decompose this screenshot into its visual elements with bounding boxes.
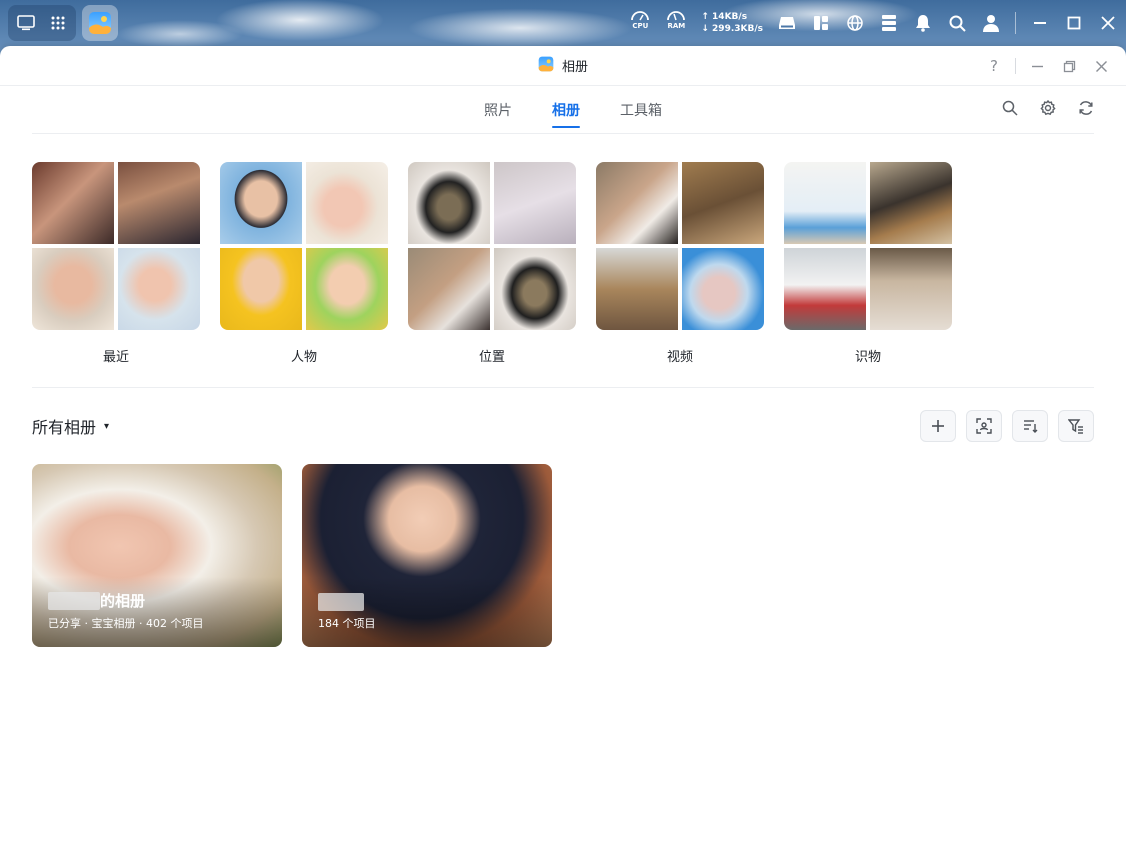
album-name-suffix: 的相册 (100, 592, 146, 610)
category-videos[interactable]: 视频 (596, 162, 764, 365)
add-album-button[interactable] (920, 410, 956, 442)
tab-toolbox[interactable]: 工具箱 (620, 86, 662, 134)
notification-bell-icon[interactable] (913, 13, 933, 33)
category-collage (220, 162, 388, 330)
minimize-all-icon[interactable] (1030, 13, 1050, 33)
upload-speed: ↑ 14KB/s (701, 12, 748, 22)
show-desktop-icon[interactable] (11, 8, 41, 38)
category-places[interactable]: 位置 (408, 162, 576, 365)
window-titlebar[interactable]: 相册 ? (0, 46, 1126, 86)
album-meta: 已分享 · 宝宝相册 · 402 个项目 (48, 617, 204, 630)
album-gradient-overlay (32, 577, 282, 647)
thumbnail (494, 248, 576, 330)
filter-button[interactable] (1058, 410, 1094, 442)
thumbnail (870, 162, 952, 244)
app-grid-icon[interactable] (43, 8, 73, 38)
maximize-icon[interactable] (1064, 13, 1084, 33)
thumbnail (494, 162, 576, 244)
close-button[interactable] (1090, 55, 1112, 77)
download-speed: ↓ 299.3KB/s (701, 24, 763, 34)
thumbnail (220, 248, 302, 330)
photos-app-icon (538, 56, 554, 76)
thumbnail (408, 248, 490, 330)
taskbar-launcher-group (8, 5, 76, 41)
category-label: 人物 (290, 350, 317, 365)
server-settings-icon[interactable] (879, 13, 899, 33)
category-people[interactable]: 人物 (220, 162, 388, 365)
album-gradient-overlay (302, 577, 552, 647)
photos-app-taskbar-icon[interactable] (82, 5, 118, 41)
ram-label: RAM (667, 22, 686, 30)
thumbnail (870, 248, 952, 330)
thumbnail (32, 162, 114, 244)
thumbnail (682, 162, 764, 244)
category-collage (408, 162, 576, 330)
tab-albums[interactable]: 相册 (552, 86, 580, 134)
album-name (318, 593, 364, 611)
albums-header: 所有相册 ▾ (32, 410, 1094, 442)
caret-down-icon: ▾ (104, 420, 110, 432)
redacted-name (318, 593, 364, 611)
controls-separator (1015, 58, 1016, 74)
thumbnail (32, 248, 114, 330)
all-albums-title: 所有相册 (32, 418, 97, 437)
taskbar-separator (1015, 12, 1016, 34)
tab-bar: 照片 相册 工具箱 (32, 86, 1094, 134)
user-avatar-icon[interactable] (981, 13, 1001, 33)
thumbnail (306, 162, 388, 244)
help-button[interactable]: ? (983, 55, 1005, 77)
album-card[interactable]: 的相册 已分享 · 宝宝相册 · 402 个项目 (32, 464, 282, 647)
category-label: 位置 (478, 350, 505, 365)
storage-icon[interactable] (777, 13, 797, 33)
tab-photos[interactable]: 照片 (484, 86, 512, 134)
cpu-label: CPU (632, 22, 649, 30)
face-scan-button[interactable] (966, 410, 1002, 442)
category-label: 最近 (102, 350, 129, 365)
category-collage (596, 162, 764, 330)
search-icon[interactable] (1002, 100, 1018, 120)
minimize-button[interactable] (1026, 55, 1048, 77)
taskbar: CPU RAM ↑ 14KB/s ↓ 299.3KB/s (0, 0, 1126, 46)
restore-button[interactable] (1058, 55, 1080, 77)
sort-button[interactable] (1012, 410, 1048, 442)
category-label: 识物 (854, 350, 881, 365)
thumbnail (220, 162, 302, 244)
thumbnail (118, 248, 200, 330)
category-objects[interactable]: 识物 (784, 162, 952, 365)
smart-categories: 最近 人物 位置 视频 识物 (32, 162, 952, 365)
search-icon[interactable] (947, 13, 967, 33)
album-meta: 184 个项目 (318, 617, 376, 630)
category-recent[interactable]: 最近 (32, 162, 200, 365)
thumbnail (784, 248, 866, 330)
album-card[interactable]: 184 个项目 (302, 464, 552, 647)
settings-gear-icon[interactable] (1040, 99, 1056, 120)
thumbnail (118, 162, 200, 244)
category-collage (784, 162, 952, 330)
thumbnail (596, 248, 678, 330)
refresh-icon[interactable] (1078, 100, 1094, 120)
network-speed[interactable]: ↑ 14KB/s ↓ 299.3KB/s (701, 11, 763, 35)
category-label: 视频 (666, 350, 693, 365)
category-collage (32, 162, 200, 330)
thumbnail (596, 162, 678, 244)
close-desktop-icon[interactable] (1098, 13, 1118, 33)
photos-window: 相册 ? 照片 相册 工具箱 最近 人物 位置 视频 识物 所有相册 ▾ 的相册… (0, 46, 1126, 841)
network-globe-icon[interactable] (845, 13, 865, 33)
cpu-gauge[interactable]: CPU (629, 8, 651, 38)
thumbnail (408, 162, 490, 244)
all-albums-dropdown[interactable]: 所有相册 ▾ (32, 414, 109, 438)
album-list: 的相册 已分享 · 宝宝相册 · 402 个项目 184 个项目 (32, 464, 552, 647)
section-divider (32, 387, 1094, 388)
redacted-name (48, 591, 100, 610)
thumbnail (306, 248, 388, 330)
window-title: 相册 (561, 60, 588, 75)
dashboard-icon[interactable] (811, 13, 831, 33)
thumbnail (784, 162, 866, 244)
thumbnail (682, 248, 764, 330)
album-name: 的相册 (48, 590, 145, 611)
ram-gauge[interactable]: RAM (665, 8, 687, 38)
